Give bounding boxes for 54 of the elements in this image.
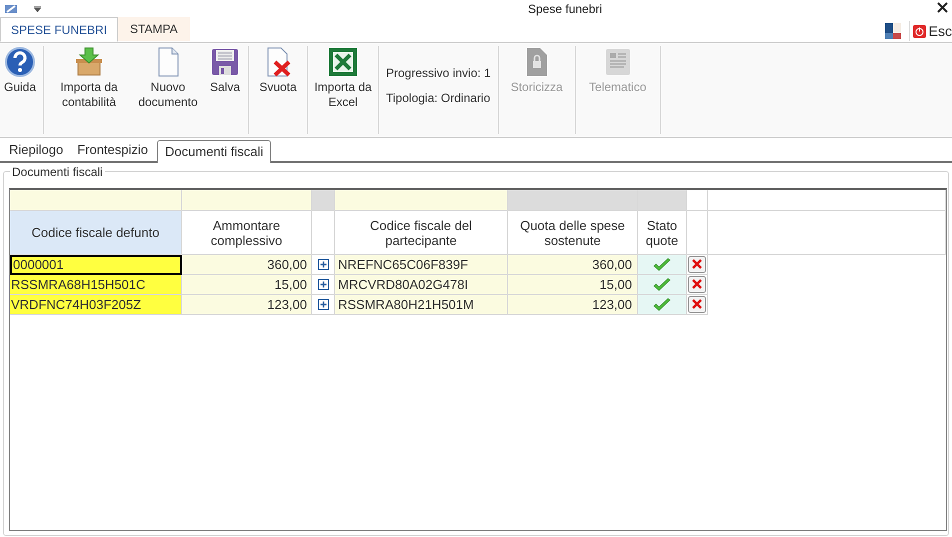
filter-cell[interactable]: [638, 190, 687, 211]
column-header: Stato quote: [638, 211, 687, 255]
table-cell: 360,00: [182, 255, 312, 275]
table-cell: 15,00: [508, 275, 638, 295]
filter-cell[interactable]: [10, 190, 182, 211]
column-header: Ammontare complessivo: [182, 211, 312, 255]
flag-icon[interactable]: [884, 23, 901, 39]
dropdown-icon[interactable]: [34, 6, 41, 12]
plus-icon[interactable]: [318, 279, 328, 290]
ribbon-button[interactable]: Importa da contabilità: [47, 46, 131, 110]
table-cell[interactable]: VRDFNC74H03F205Z: [10, 295, 182, 315]
tab[interactable]: Frontespizio: [70, 139, 156, 161]
delete-icon[interactable]: [688, 276, 706, 293]
tab[interactable]: Riepilogo: [2, 139, 70, 161]
window-title: Spese funebri: [528, 1, 602, 18]
tab[interactable]: Documenti fiscali: [157, 140, 272, 163]
table-cell[interactable]: 0000001: [10, 255, 182, 275]
table-cell[interactable]: RSSMRA68H15H501C: [10, 275, 182, 295]
ribbon-button[interactable]: Importa da Excel: [311, 46, 375, 110]
spreadsheet-icon: [327, 46, 359, 78]
exit-button[interactable]: Esc: [912, 20, 952, 42]
table-cell: 123,00: [508, 295, 638, 315]
plus-icon[interactable]: [318, 259, 328, 270]
filter-cell[interactable]: [182, 190, 312, 211]
ribbon-button[interactable]: Nuovo documento: [131, 46, 205, 110]
ribbon-tab[interactable]: SPESE FUNEBRI: [0, 17, 118, 42]
info-text: Progressivo invio: 1: [386, 65, 491, 82]
column-header: Codice fiscale defunto: [10, 211, 182, 255]
table-cell: 360,00: [508, 255, 638, 275]
filter-cell[interactable]: [687, 190, 708, 211]
plus-icon[interactable]: [318, 299, 328, 310]
ribbon-button[interactable]: Salva: [205, 46, 245, 95]
close-icon[interactable]: [937, 2, 948, 13]
power-icon: [912, 24, 926, 38]
help-icon: [4, 46, 36, 78]
table-cell: NREFNC65C06F839F: [335, 255, 508, 275]
table-cell: 15,00: [182, 275, 312, 295]
table-cell: MRCVRD80A02G478I: [335, 275, 508, 295]
filter-cell[interactable]: [335, 190, 508, 211]
app-icon[interactable]: [4, 3, 18, 15]
column-header: Codice fiscale del partecipante: [335, 211, 508, 255]
ribbon-button[interactable]: Guida: [0, 46, 40, 95]
delete-icon[interactable]: [688, 296, 706, 313]
column-header: Quota delle spese sostenute: [508, 211, 638, 255]
ribbon-button[interactable]: Svuota: [252, 46, 304, 95]
filter-cell[interactable]: [312, 190, 335, 211]
table-cell: 123,00: [182, 295, 312, 315]
box-arrow-icon: [73, 46, 105, 78]
info-text: Tipologia: Ordinario: [386, 90, 491, 107]
table-cell: RSSMRA80H21H501M: [335, 295, 508, 315]
filter-cell[interactable]: [708, 190, 946, 211]
filter-cell[interactable]: [508, 190, 638, 211]
delete-icon[interactable]: [688, 256, 706, 273]
ribbon-tab[interactable]: STAMPA: [118, 17, 190, 41]
